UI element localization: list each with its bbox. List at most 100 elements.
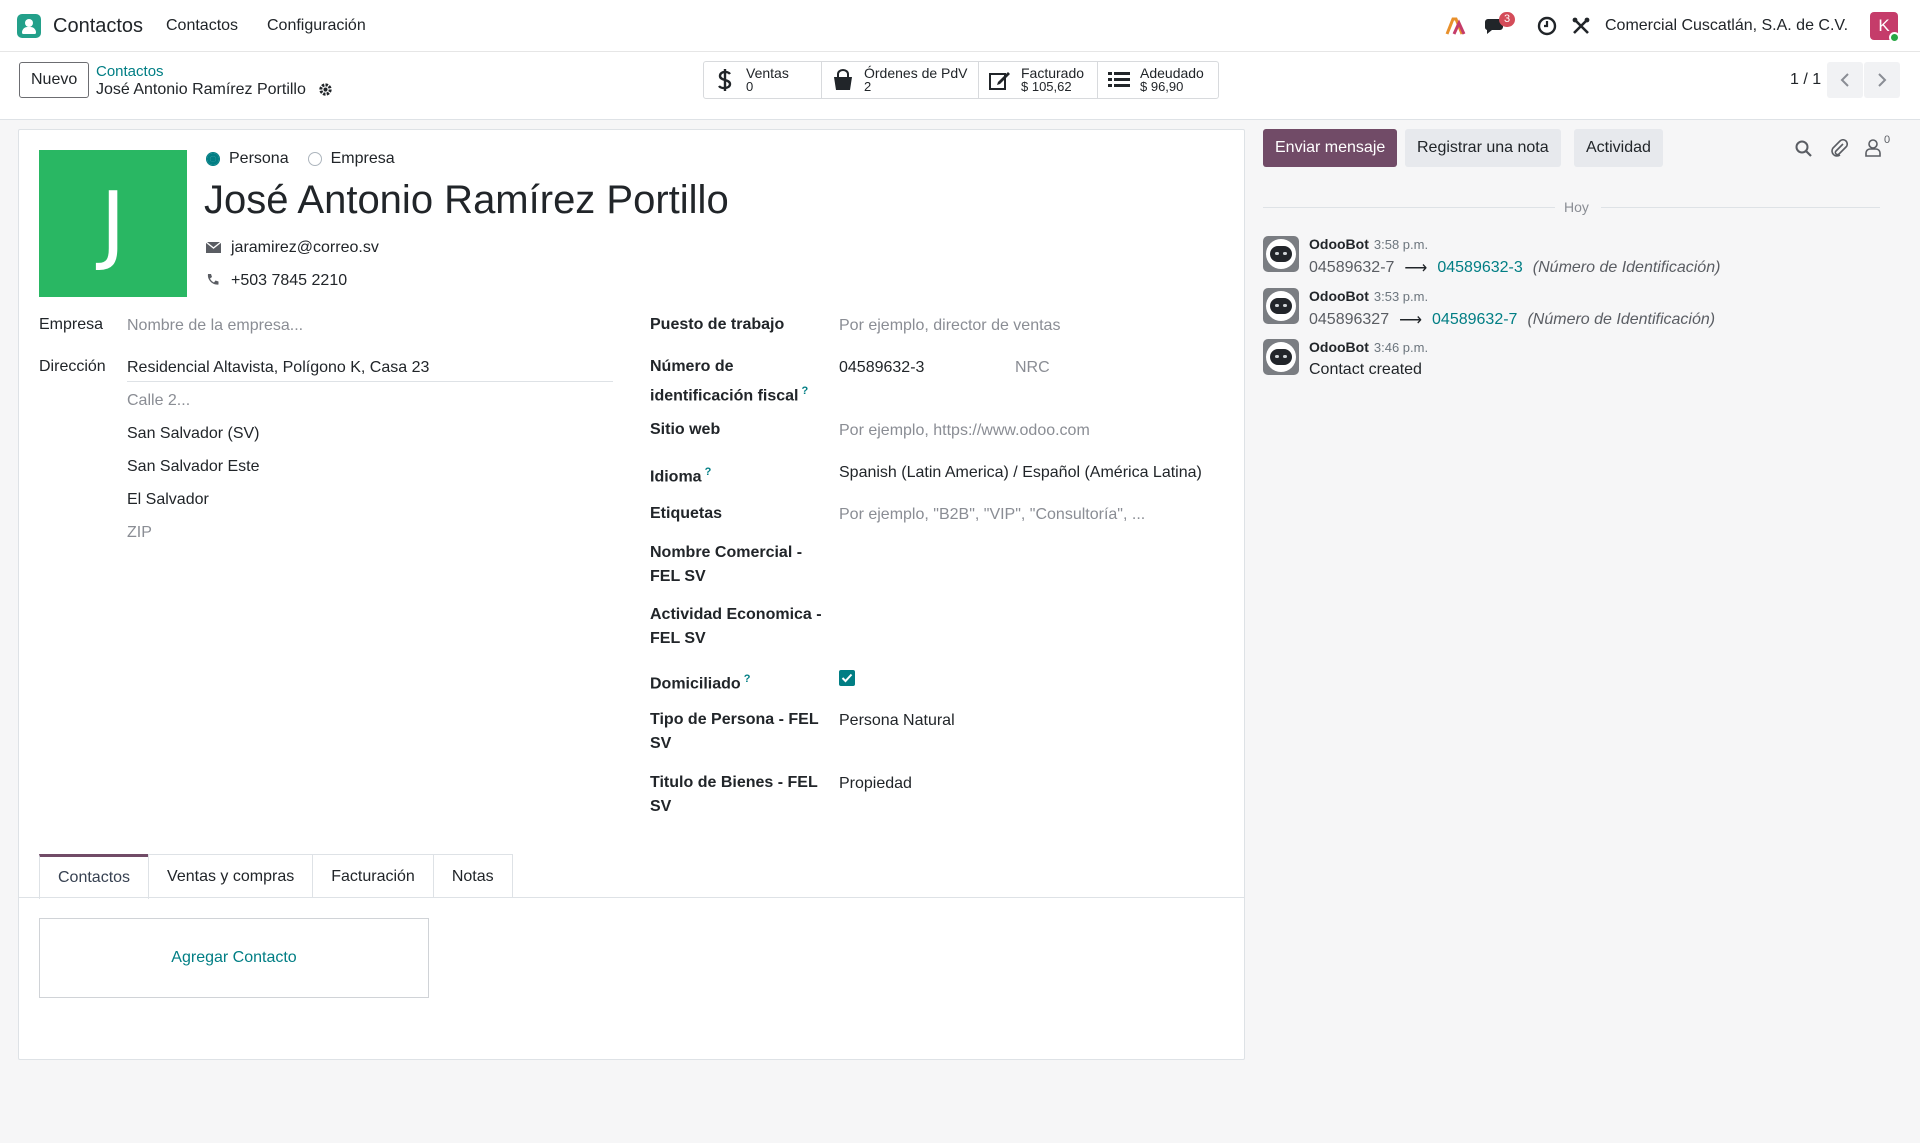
paperclip-icon[interactable] bbox=[1827, 136, 1851, 160]
radio-empresa[interactable] bbox=[307, 152, 322, 166]
vat-label-line1: Número de bbox=[650, 358, 734, 375]
state-input[interactable]: San Salvador (SV) bbox=[127, 422, 260, 446]
contact-name-field[interactable]: José Antonio Ramírez Portillo bbox=[204, 178, 729, 223]
website-label: Sitio web bbox=[650, 421, 721, 438]
phone-field[interactable]: +503 7845 2210 bbox=[231, 272, 347, 290]
person-type-label: Tipo de Persona - FEL SV bbox=[650, 708, 819, 756]
tags-input[interactable]: Por ejemplo, "B2B", "VIP", "Consultoría"… bbox=[839, 503, 1145, 527]
tab-contactos[interactable]: Contactos bbox=[39, 854, 150, 899]
commercial-name-label-line1: Nombre Comercial - bbox=[650, 544, 803, 561]
domiciled-help-icon[interactable]: ? bbox=[744, 673, 751, 685]
menu-contactos[interactable]: Contactos bbox=[166, 17, 238, 35]
goods-title-label-line2: SV bbox=[650, 798, 672, 815]
company-label: Empresa bbox=[39, 316, 104, 333]
pager-previous-button[interactable] bbox=[1827, 62, 1863, 98]
radio-empresa-label[interactable]: Empresa bbox=[331, 150, 395, 168]
email-field[interactable]: jaramirez@correo.sv bbox=[231, 239, 379, 257]
smart-button-adeudado[interactable]: Adeudado $ 96,90 bbox=[1098, 62, 1218, 98]
contacts-app-icon[interactable] bbox=[17, 14, 41, 38]
economic-activity-label-line2: FEL SV bbox=[650, 630, 706, 647]
odoobot-avatar[interactable] bbox=[1263, 236, 1299, 272]
country-input[interactable]: El Salvador bbox=[127, 488, 209, 512]
new-button[interactable]: Nuevo bbox=[19, 62, 90, 98]
add-contact-button[interactable]: Agregar Contacto bbox=[39, 918, 429, 998]
arrow-right-icon: ⟶ bbox=[1399, 312, 1423, 329]
radio-persona-label[interactable]: Persona bbox=[229, 150, 289, 168]
website-input[interactable]: Por ejemplo, https://www.odoo.com bbox=[839, 419, 1090, 443]
domiciled-checkbox[interactable] bbox=[839, 670, 855, 686]
job-position-label: Puesto de trabajo bbox=[650, 316, 785, 333]
smart-buttons: Ventas 0 Órdenes de PdV 2 Facturado $ 105,6… bbox=[703, 61, 1219, 99]
goods-title-label-line1: Titulo de Bienes - FEL bbox=[650, 774, 818, 791]
domiciled-label: Domiciliado? bbox=[650, 667, 750, 696]
breadcrumb-current-record: José Antonio Ramírez Portillo bbox=[96, 81, 306, 98]
smart-button-ordenes-pdv[interactable]: Órdenes de PdV 2 bbox=[822, 62, 979, 98]
pager-next-button[interactable] bbox=[1864, 62, 1900, 98]
contact-avatar[interactable]: J bbox=[39, 150, 187, 297]
tools-icon[interactable] bbox=[1569, 14, 1593, 38]
company-switcher[interactable]: Comercial Cuscatlán, S.A. de C.V. bbox=[1605, 17, 1848, 35]
tabs-divider bbox=[19, 897, 1244, 898]
person-type-label-line1: Tipo de Persona - FEL bbox=[650, 711, 819, 728]
smart-button-label: Adeudado bbox=[1140, 65, 1204, 81]
economic-activity-label-line1: Actividad Economica - bbox=[650, 606, 822, 623]
language-select[interactable]: Spanish (Latin America) / Español (Améri… bbox=[839, 461, 1202, 485]
nrc-input[interactable]: NRC bbox=[1015, 356, 1050, 380]
control-panel: Nuevo Contactos José Antonio Ramírez Por… bbox=[0, 52, 1920, 120]
tab-ventas-y-compras[interactable]: Ventas y compras bbox=[148, 854, 314, 898]
search-icon[interactable] bbox=[1791, 136, 1815, 160]
followers-icon[interactable] bbox=[1861, 136, 1885, 160]
odoobot-avatar[interactable] bbox=[1263, 288, 1299, 324]
city-input[interactable]: San Salvador Este bbox=[127, 455, 260, 479]
dollar-icon bbox=[712, 68, 738, 92]
breadcrumb-contactos-link[interactable]: Contactos bbox=[96, 63, 164, 80]
radio-persona[interactable] bbox=[206, 152, 220, 166]
job-position-input[interactable]: Por ejemplo, director de ventas bbox=[839, 314, 1060, 338]
message-time: 3:46 p.m. bbox=[1373, 340, 1429, 355]
vat-input[interactable]: 04589632-3 bbox=[839, 356, 924, 380]
message-author: OdooBot 3:53 p.m. bbox=[1309, 288, 1428, 304]
economic-activity-label: Actividad Economica - FEL SV bbox=[650, 603, 822, 651]
activity-clock-icon[interactable] bbox=[1535, 14, 1559, 38]
ai-assistant-icon[interactable] bbox=[1444, 14, 1468, 38]
commercial-name-label-line2: FEL SV bbox=[650, 568, 706, 585]
activity-button[interactable]: Actividad bbox=[1574, 129, 1663, 167]
company-input[interactable]: Nombre de la empresa... bbox=[127, 314, 303, 338]
log-note-button[interactable]: Registrar una nota bbox=[1405, 129, 1561, 167]
message-text: Contact created bbox=[1309, 361, 1422, 379]
menu-configuracion[interactable]: Configuración bbox=[267, 17, 366, 35]
message-author: OdooBot 3:46 p.m. bbox=[1309, 339, 1428, 355]
tab-facturacion[interactable]: Facturación bbox=[312, 854, 434, 898]
shopping-bag-icon bbox=[830, 68, 856, 92]
zip-input[interactable]: ZIP bbox=[127, 521, 152, 545]
tracking-old-value: 04589632-7 bbox=[1309, 259, 1395, 276]
tab-notas[interactable]: Notas bbox=[432, 854, 513, 898]
goods-title-select[interactable]: Propiedad bbox=[839, 772, 912, 796]
tracking-new-value: 04589632-3 bbox=[1437, 259, 1523, 276]
gear-icon[interactable] bbox=[318, 82, 333, 102]
smart-button-value: $ 96,90 bbox=[1140, 79, 1184, 94]
followers-count: 0 bbox=[1884, 134, 1891, 146]
street-input[interactable]: Residencial Altavista, Polígono K, Casa … bbox=[127, 356, 429, 380]
vat-help-icon[interactable]: ? bbox=[801, 385, 808, 397]
online-status-dot bbox=[1889, 32, 1900, 43]
odoobot-avatar[interactable] bbox=[1263, 339, 1299, 375]
person-type-label-line2: SV bbox=[650, 735, 672, 752]
message-author-name: OdooBot bbox=[1309, 339, 1369, 355]
send-message-button[interactable]: Enviar mensaje bbox=[1263, 129, 1398, 167]
smart-button-value: 0 bbox=[746, 79, 754, 94]
tracking-field-name: (Número de Identificación) bbox=[1532, 259, 1721, 276]
language-help-icon[interactable]: ? bbox=[705, 466, 712, 478]
smart-button-ventas[interactable]: Ventas 0 bbox=[704, 62, 822, 98]
street2-input[interactable]: Calle 2... bbox=[127, 389, 190, 413]
pager-value[interactable]: 1 / 1 bbox=[1790, 71, 1821, 89]
app-name[interactable]: Contactos bbox=[53, 15, 143, 38]
vat-label: Número de identificación fiscal? bbox=[650, 355, 808, 408]
message-author-name: OdooBot bbox=[1309, 236, 1369, 252]
person-type-select[interactable]: Persona Natural bbox=[839, 709, 955, 733]
tracking-field-name: (Número de Identificación) bbox=[1527, 311, 1716, 328]
form-sheet: J Persona Empresa José Antonio Ramírez P… bbox=[18, 129, 1245, 1060]
tracking-old-value: 045896327 bbox=[1309, 311, 1390, 328]
messages-count-badge: 3 bbox=[1499, 12, 1516, 27]
smart-button-facturado[interactable]: Facturado $ 105,62 bbox=[979, 62, 1098, 98]
